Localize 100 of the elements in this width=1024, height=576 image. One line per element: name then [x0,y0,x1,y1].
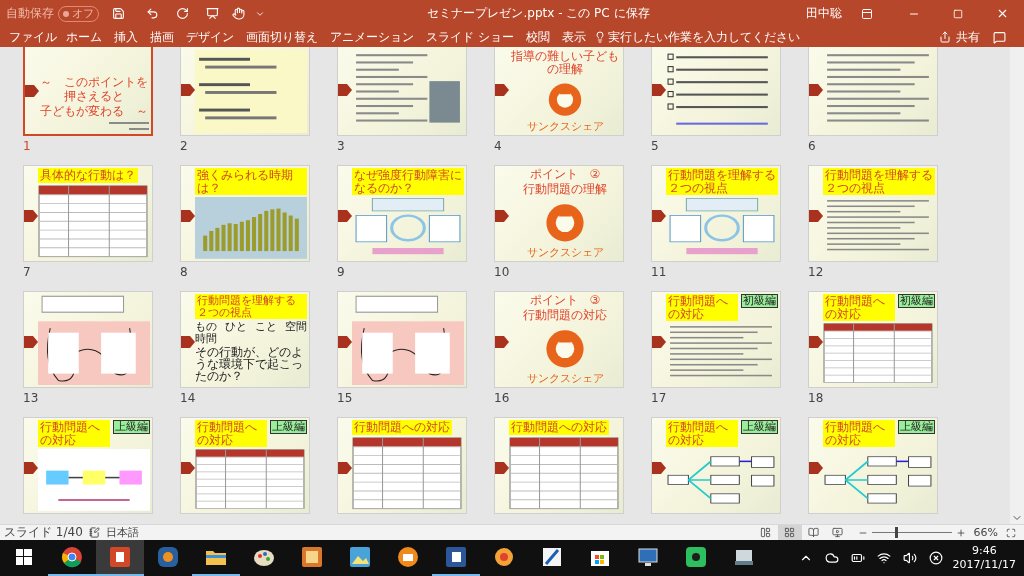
photos-icon[interactable] [301,546,323,568]
slide-thumbnail[interactable]: 行動問題への対応 上級編 [180,417,310,514]
slide-word: 時間 [195,332,217,345]
undo-icon[interactable] [145,7,159,20]
ribbon-tab[interactable]: 表示 [555,27,592,47]
window-title: セミナープレゼン.pptx - この PC に保存 [427,5,650,22]
slide-thumbnail[interactable] [651,47,781,136]
slide-thumbnail[interactable] [808,47,938,136]
text-lines-drawing [109,120,149,132]
elephant-icon[interactable] [685,546,707,568]
slide-thumbnail[interactable]: 行動問題への対応 上級編 [651,417,781,514]
slide-text: その行動が、どのような環境下で起こったのか？ [195,346,304,383]
close-circle-icon[interactable] [928,551,943,565]
slide-title: 行動問題への対応 [195,420,267,448]
book-icon[interactable] [808,527,820,538]
zoom-percent[interactable]: 66% [973,526,998,539]
arrow-shape [338,462,352,474]
media-player-icon[interactable] [157,546,179,568]
logo-text: サンクスシェア [526,120,604,133]
language-label[interactable]: 日本語 [105,525,139,540]
share-icon[interactable] [939,31,951,43]
slide-thumbnail[interactable]: 行動問題を理解する２つの視点 もの ひと こと 空間 時間 その行動が、どのような環境下で起こったのか？ [180,291,310,388]
normal-view-icon[interactable] [760,527,772,538]
arrow-shape [181,84,195,96]
picture-icon[interactable] [349,546,371,568]
slide-word: もの [195,321,217,333]
ribbon-tab[interactable]: 校閲 [519,27,556,47]
ribbon-tab[interactable]: 描画 [144,27,180,47]
taskbar-button[interactable] [96,540,144,576]
fit-to-window-icon[interactable] [1006,527,1016,538]
windows-logo-icon[interactable] [16,549,32,565]
slide-thumbnail[interactable]: 行動問題を理解する２つの視点 [651,165,781,262]
slide-thumbnail[interactable]: 強くみられる時期は？ [180,165,310,262]
slide-thumbnail[interactable]: 行動問題への対応 上級編 [808,417,938,514]
slide-thumbnail[interactable] [337,291,467,388]
redo-icon[interactable] [175,7,189,20]
printer-icon[interactable] [397,546,419,568]
arrow-shape [652,210,666,222]
flower-icon[interactable] [493,546,515,568]
tell-me-field[interactable]: 実行したい作業を入力してください [607,28,800,46]
slide-heading: ポイント ③ [528,294,602,308]
slide-thumbnail[interactable]: 行動問題への対応 [337,417,467,514]
slide-badge: 上級編 [113,420,150,435]
slide-title: 行動問題への対応 [666,420,738,448]
slide-thumbnail[interactable]: 行動問題への対応 初級編 [651,291,781,388]
chrome-icon[interactable] [61,546,83,568]
arrow-shape [495,84,509,96]
slide-thumbnail[interactable]: ポイント ② 行動問題の理解 サンクスシェア [494,165,624,262]
slide-thumbnail[interactable]: ～ このポイントを押さえると 子どもが変わる ～ [23,47,153,136]
share-button[interactable]: 共有 [956,28,980,46]
arrow-shape [809,462,823,474]
wifi-icon[interactable] [876,551,891,565]
notes-icon[interactable] [88,527,100,538]
slide-heading: ポイント ② [528,168,602,182]
slide-number: 14 [180,391,196,405]
comment-icon[interactable] [992,30,1006,44]
volume-icon[interactable] [902,551,917,565]
touch-mode-icon[interactable] [231,7,245,20]
zoom-thumb[interactable] [894,527,898,538]
user-name[interactable]: 田中聡 [806,5,842,22]
word-icon[interactable] [445,546,467,568]
save-icon[interactable] [111,7,125,20]
slide-title: 行動問題を理解する２つの視点 [823,168,935,196]
battery-icon[interactable] [850,551,865,565]
ribbon-tab[interactable]: ファイル [6,27,60,47]
arrow-shape [25,85,39,97]
maximize-icon[interactable] [953,8,963,19]
slide-thumbnail[interactable]: 行動問題を理解する２つの視点 [808,165,938,262]
slide-thumbnail[interactable]: 具体的な行動は？ [23,165,153,262]
slide-thumbnail[interactable]: 指導の難しい子どもの理解 サンクスシェア [494,47,624,136]
slide-badge: 初級編 [741,294,778,309]
ribbon-tab[interactable]: デザイン [180,27,240,47]
ribbon-tab[interactable]: 挿入 [108,27,144,47]
cloud-icon[interactable] [824,551,839,565]
ribbon-display-icon[interactable] [861,7,873,20]
zoom-in-icon[interactable] [955,527,966,538]
scrollbar[interactable] [1010,47,1024,524]
logo-text: サンクスシェア [526,372,604,385]
slide-thumbnail[interactable] [337,47,467,136]
slide-thumbnail[interactable]: 行動問題への対応 [494,417,624,514]
clock[interactable]: 9:46 2017/11/17 [952,543,1016,573]
lightbulb-icon[interactable] [593,31,606,43]
slide-thumbnail[interactable] [180,47,310,136]
grid-icon[interactable] [784,527,796,538]
slide-title: 行動問題への対応 [823,420,895,448]
slide-thumbnail[interactable] [23,291,153,388]
screen-icon[interactable] [832,527,844,538]
slide-thumbnail[interactable]: 行動問題への対応 初級編 [808,291,938,388]
monitor-icon[interactable] [637,546,659,568]
slide-sorter-button[interactable] [777,525,802,540]
powerpoint-icon[interactable] [109,546,131,568]
slide-thumbnail[interactable]: ポイント ③ 行動問題の対応 サンクスシェア [494,291,624,388]
ribbon-tab[interactable]: スライド ショー [420,27,520,47]
ribbon-tab[interactable]: 画面切り替え [240,27,324,47]
ribbon-tab[interactable]: ホーム [60,27,108,47]
slide-thumbnail[interactable]: 行動問題への対応 上級編 [23,417,153,514]
pen-icon[interactable] [541,546,563,568]
presentation-icon[interactable] [205,7,219,20]
slide-thumbnail[interactable]: なぜ強度行動障害になるのか？ [337,165,467,262]
ribbon-tab[interactable]: アニメーション [324,27,420,47]
